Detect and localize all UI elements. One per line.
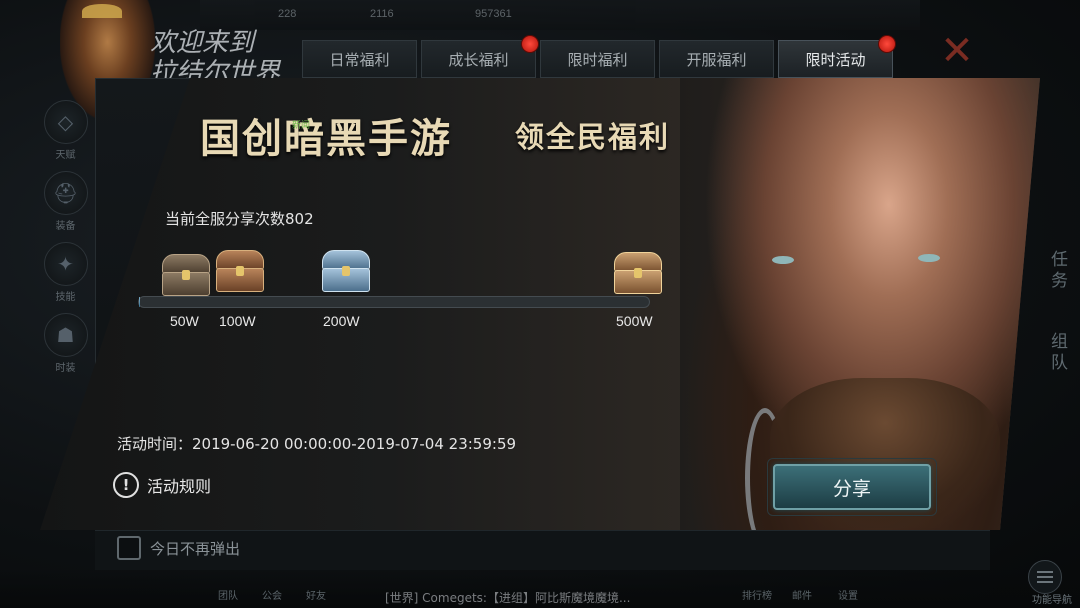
diamond-icon[interactable]: ◇ <box>43 100 88 144</box>
stat-value: 2116 <box>370 8 394 20</box>
close-icon[interactable]: ✕ <box>936 28 978 74</box>
left-rail-label: 技能 <box>55 292 76 303</box>
reward-chest-100w[interactable] <box>214 250 266 294</box>
reward-chest-50w[interactable] <box>160 254 212 298</box>
info-icon: ! <box>113 472 139 498</box>
milestone-label: 50W <box>170 313 199 329</box>
eye <box>918 254 940 262</box>
left-rail-label: 时装 <box>55 363 76 374</box>
welfare-tabbar: 日常福利 成长福利 限时福利 开服福利 限时活动 <box>302 35 896 78</box>
right-menu-rail: 任务 组队 <box>1035 195 1080 405</box>
helmet-icon[interactable]: ⛑ <box>43 171 88 215</box>
eye <box>772 256 794 264</box>
event-rules-link[interactable]: ! 活动规则 <box>113 472 211 498</box>
notification-badge <box>878 35 896 53</box>
bottom-nav-settings[interactable]: 设置 <box>838 587 858 602</box>
bottom-nav-rank[interactable]: 排行榜 <box>742 587 772 602</box>
milestone-label: 500W <box>616 313 653 329</box>
banner-title: 国创暗黑手游 <box>200 115 452 162</box>
bottom-nav-guild[interactable]: 公会 <box>262 587 282 602</box>
tab-server-open-welfare[interactable]: 开服福利 <box>659 40 774 78</box>
milestone-label: 200W <box>323 313 360 329</box>
function-menu-button[interactable] <box>1028 560 1062 594</box>
rules-label: 活动规则 <box>147 477 212 496</box>
share-progress-bar <box>138 296 650 308</box>
banner-subtitle: 领全民福利 <box>515 120 671 154</box>
left-rail-label: 天赋 <box>55 150 76 161</box>
world-chat-line[interactable]: [世界] Comegets:【进组】阿比斯魔境魔境... <box>385 589 630 606</box>
bottom-nav-team[interactable]: 团队 <box>218 587 238 602</box>
tab-daily-welfare[interactable]: 日常福利 <box>302 40 417 78</box>
event-time-text: 活动时间：2019-06-20 00:00:00-2019-07-04 23:5… <box>117 435 517 453</box>
tab-limited-event[interactable]: 限时活动 <box>778 35 896 78</box>
dont-show-today-label: 今日不再弹出 <box>150 540 241 558</box>
reward-chest-200w[interactable] <box>320 250 372 294</box>
quest-tab[interactable]: 任务 <box>1045 250 1070 292</box>
skill-icon[interactable]: ✦ <box>43 242 88 286</box>
share-count-text: 当前全服分享次数802 <box>165 210 314 228</box>
banner-tag: 新闻 <box>292 121 311 131</box>
team-tab[interactable]: 组队 <box>1045 332 1070 374</box>
share-progress-fill <box>139 297 140 307</box>
function-menu-label: 功能导航 <box>1032 595 1072 606</box>
tab-growth-welfare[interactable]: 成长福利 <box>421 35 539 78</box>
left-rail-label: 装备 <box>55 221 76 232</box>
milestone-label: 100W <box>219 313 256 329</box>
bottom-nav-friends[interactable]: 好友 <box>306 587 326 602</box>
stat-value: 957361 <box>475 8 512 20</box>
tab-limited-welfare[interactable]: 限时福利 <box>540 40 655 78</box>
bottom-nav-mail[interactable]: 邮件 <box>792 587 812 602</box>
dont-show-today-checkbox[interactable] <box>117 536 141 560</box>
notification-badge <box>521 35 539 53</box>
crown-icon <box>82 4 122 18</box>
top-resource-bar: 228 2116 957361 <box>200 0 920 30</box>
stat-value: 228 <box>278 8 297 20</box>
mask-icon[interactable]: ☗ <box>43 313 88 357</box>
share-button[interactable]: 分享 <box>773 464 931 510</box>
reward-chest-500w[interactable] <box>612 252 664 296</box>
